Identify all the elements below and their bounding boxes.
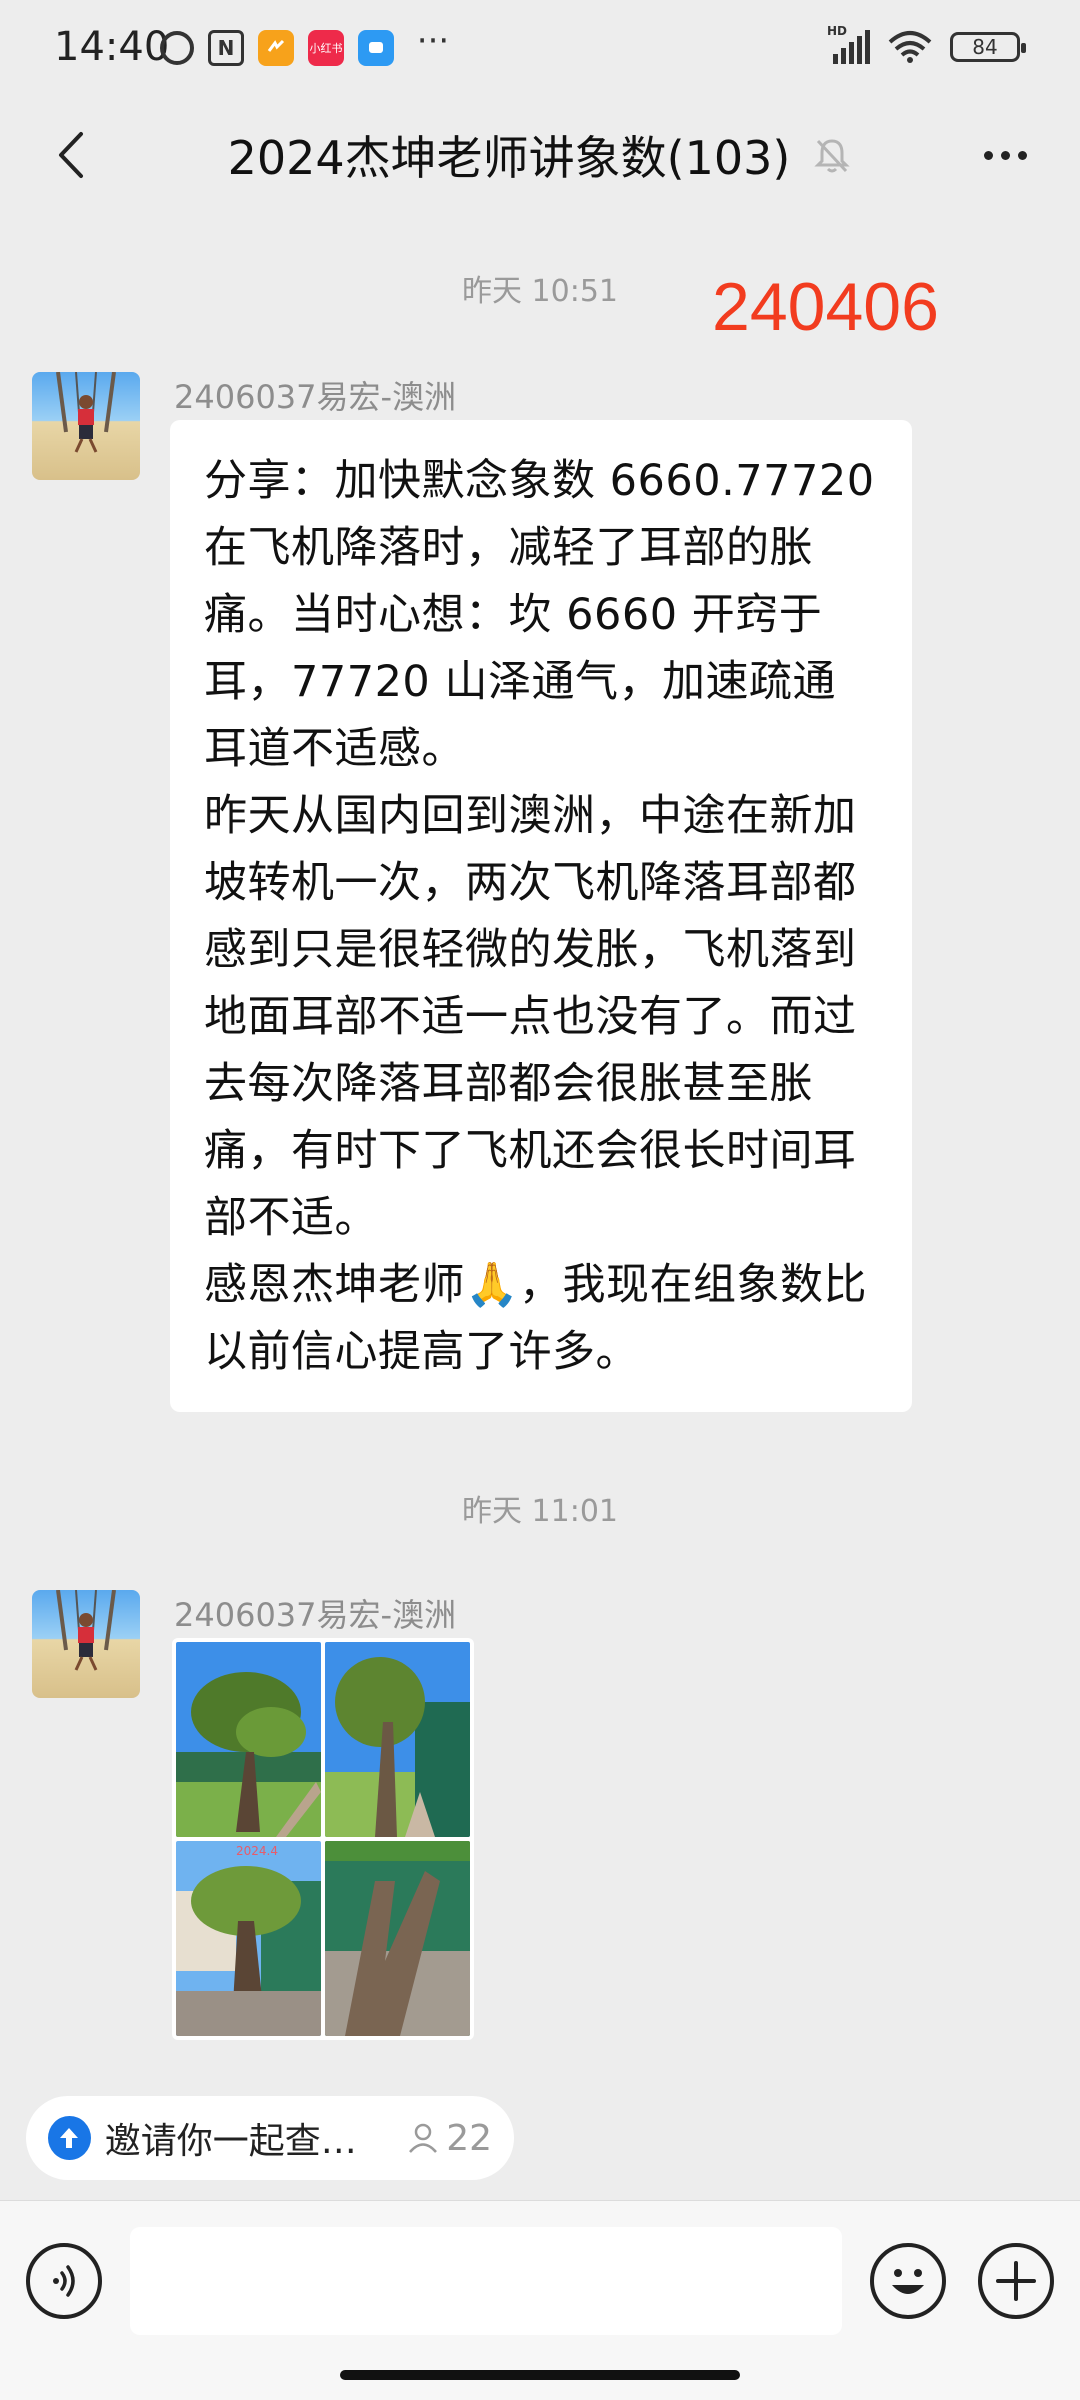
back-icon[interactable] [40,120,100,190]
sender-name: 2406037易宏-澳洲 [174,1596,457,1634]
smiley-icon [892,2269,924,2294]
cellular-signal-icon: HD [827,24,870,64]
mute-bell-icon [814,139,850,173]
invite-banner[interactable]: 邀请你一起查… 22 [26,2096,514,2180]
emoji-button[interactable] [870,2243,946,2319]
more-notifications-icon: ··· [416,21,450,61]
xiaohongshu-icon: 小红书 [308,30,344,66]
battery-icon: 84 [950,32,1026,62]
app-notification-icon [258,30,294,66]
more-functions-button[interactable] [978,2243,1054,2319]
status-time: 14:40 [54,24,170,70]
battery-level: 84 [972,35,998,59]
avatar[interactable] [32,1590,140,1698]
message-text: 分享：加快默念象数 6660.77720 在飞机降落时，减轻了耳部的胀痛。当时心… [204,456,875,1377]
tree-photo-4[interactable] [325,1841,470,2036]
wifi-icon [888,31,932,63]
tree-photo-2[interactable] [325,1642,470,1837]
avatar[interactable] [32,372,140,480]
arrow-up-icon [48,2116,91,2160]
nfc-icon: N [208,30,244,66]
chat-header: 2024杰坤老师讲象数(103) [0,100,1080,210]
plus-icon [996,2261,1036,2301]
chat-screen: 14:40 N 小红书 ··· HD 84 2024杰坤老师讲象数(103) 昨… [0,0,1080,2400]
home-indicator[interactable] [340,2370,740,2380]
voice-input-button[interactable] [26,2243,102,2319]
chat-title: 2024杰坤老师讲象数(103) [227,131,791,185]
member-count: 22 [406,2118,492,2159]
photo-watermark: 2024.4 [236,1844,278,1858]
sender-name: 2406037易宏-澳洲 [174,378,457,416]
tree-photo-1[interactable] [176,1642,321,1837]
alarm-icon [160,31,194,65]
status-bar: 14:40 N 小红书 ··· HD 84 [0,0,1080,100]
photo-collage-message[interactable]: 2024.4 [172,1638,474,2040]
message-bubble[interactable]: 分享：加快默念象数 6660.77720 在飞机降落时，减轻了耳部的胀痛。当时心… [170,420,912,1412]
tree-photo-3[interactable]: 2024.4 [176,1841,321,2036]
status-notification-icons: N 小红书 ··· [160,21,458,66]
message-app-icon [358,30,394,66]
status-system-icons: HD 84 [827,24,1026,64]
person-icon [409,2123,438,2153]
message-timestamp: 昨天 11:01 [462,1494,618,1529]
date-annotation: 240406 [712,269,939,345]
more-options-icon[interactable] [970,130,1040,180]
invite-text: 邀请你一起查… [104,2121,357,2162]
message-input[interactable] [130,2227,842,2335]
member-count-value: 22 [446,2117,492,2159]
voice-icon [53,2265,75,2297]
